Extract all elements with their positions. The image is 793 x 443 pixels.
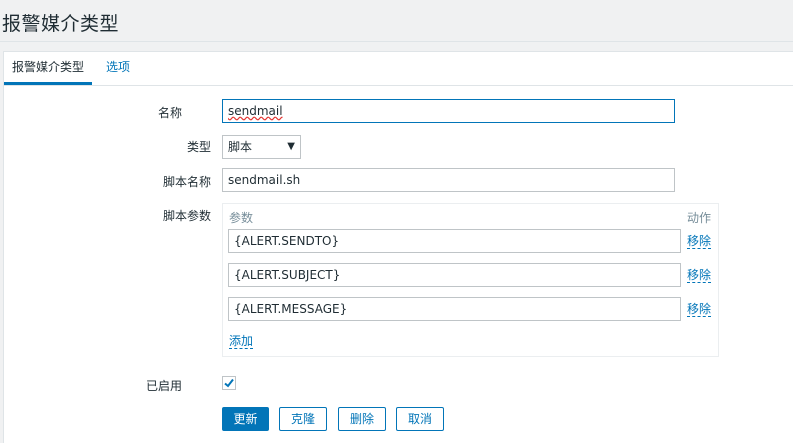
- script-params-label: 脚本参数: [162, 209, 211, 223]
- name-value: sendmail: [228, 104, 283, 118]
- remove-param-link[interactable]: 移除: [687, 303, 712, 317]
- checkmark-icon: [224, 378, 234, 388]
- param-input[interactable]: {ALERT.SUBJECT}: [228, 263, 681, 287]
- clone-button[interactable]: 克隆: [279, 407, 327, 431]
- type-label: 类型: [186, 140, 211, 154]
- type-select[interactable]: 脚本 ▼: [222, 135, 301, 159]
- update-button[interactable]: 更新: [222, 407, 269, 431]
- cancel-button[interactable]: 取消: [396, 407, 444, 431]
- script-name-field[interactable]: sendmail.sh: [222, 168, 675, 192]
- form-card: 报警媒介类型 选项 名称 sendmail 类型 脚本 ▼ 脚本名称 sendm…: [3, 51, 793, 443]
- script-params-table: 参数 动作 {ALERT.SENDTO} 移除 {ALERT.SUBJECT} …: [222, 203, 719, 357]
- enabled-label: 已启用: [145, 379, 182, 393]
- add-param-link[interactable]: 添加: [229, 335, 254, 349]
- param-input[interactable]: {ALERT.MESSAGE}: [228, 297, 681, 321]
- name-label: 名称: [157, 106, 182, 120]
- tab-options[interactable]: 选项: [98, 52, 138, 83]
- page-header: 报警媒介类型: [0, 0, 793, 42]
- enabled-checkbox[interactable]: [222, 376, 236, 390]
- params-column-header: 参数: [229, 211, 254, 225]
- param-value: {ALERT.SENDTO}: [234, 234, 340, 248]
- page-title: 报警媒介类型: [2, 13, 120, 35]
- name-field[interactable]: sendmail: [222, 99, 675, 123]
- action-column-header: 动作: [687, 211, 712, 225]
- tab-media-type[interactable]: 报警媒介类型: [4, 52, 93, 85]
- dropdown-arrow-icon: ▼: [287, 141, 295, 152]
- param-value: {ALERT.SUBJECT}: [234, 268, 341, 282]
- remove-param-link[interactable]: 移除: [687, 269, 712, 283]
- type-value: 脚本: [228, 140, 253, 154]
- script-name-label: 脚本名称: [162, 175, 211, 189]
- script-name-value: sendmail.sh: [228, 173, 301, 187]
- param-value: {ALERT.MESSAGE}: [234, 302, 348, 316]
- delete-button[interactable]: 删除: [338, 407, 386, 431]
- param-input[interactable]: {ALERT.SENDTO}: [228, 229, 681, 253]
- tab-bar: 报警媒介类型 选项: [4, 52, 793, 86]
- remove-param-link[interactable]: 移除: [687, 235, 712, 249]
